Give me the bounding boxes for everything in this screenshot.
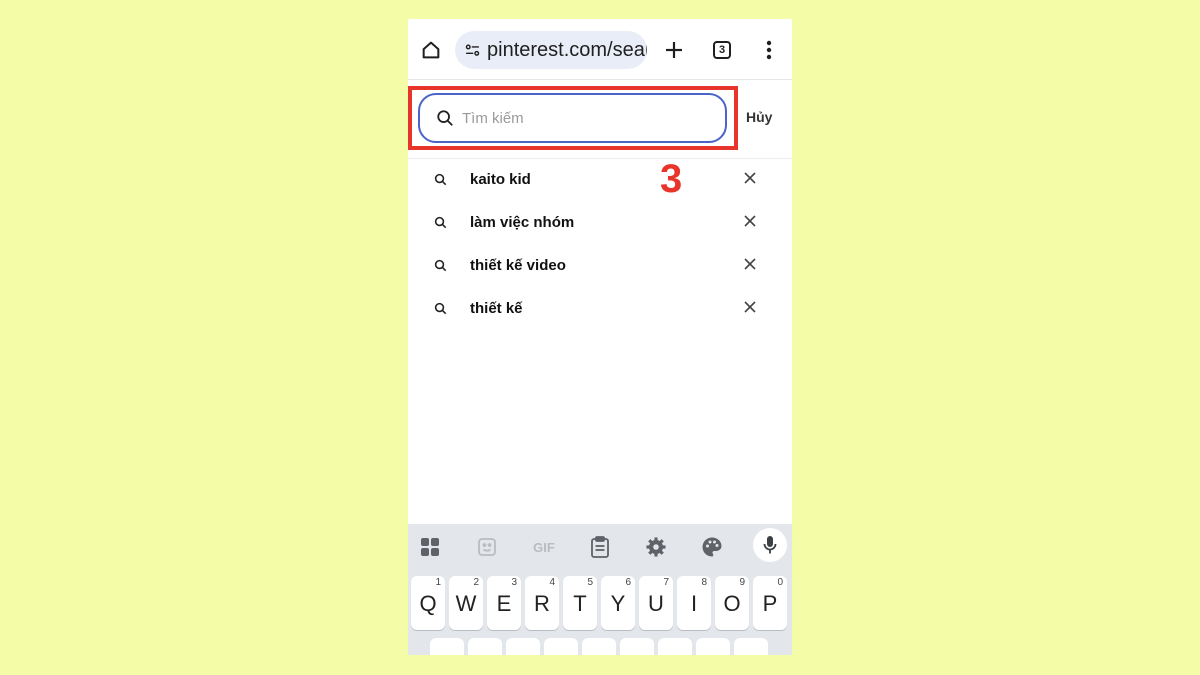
- key-w[interactable]: 2W: [449, 576, 483, 630]
- key-number-hint: 2: [473, 577, 479, 588]
- key-letter: Y: [610, 591, 626, 616]
- key-letter: U: [648, 591, 664, 616]
- plus-icon: [666, 42, 682, 58]
- search-icon: [434, 216, 448, 230]
- key-letter: O: [723, 591, 741, 616]
- key-q[interactable]: 1Q: [411, 576, 445, 630]
- key-partial[interactable]: [468, 638, 502, 655]
- tab-switcher-button[interactable]: 3: [710, 38, 734, 62]
- search-icon: [434, 173, 448, 187]
- key-number-hint: 9: [739, 577, 745, 588]
- home-icon: [422, 41, 440, 59]
- on-screen-keyboard: GIF 1Q 2W 3E 4R 5T 6Y 7U 8I 9O 0P: [408, 524, 792, 655]
- key-partial[interactable]: [620, 638, 654, 655]
- cancel-button[interactable]: Hủy: [746, 109, 772, 125]
- key-number-hint: 5: [587, 577, 593, 588]
- list-item[interactable]: kaito kid: [408, 158, 792, 201]
- key-letter: W: [455, 591, 477, 616]
- key-letter: R: [534, 591, 550, 616]
- gif-button[interactable]: GIF: [529, 535, 559, 559]
- recent-searches-list: kaito kid làm việc nhóm thiết kế video t…: [408, 158, 792, 330]
- key-letter: E: [496, 591, 512, 616]
- close-icon[interactable]: [744, 301, 758, 315]
- keyboard-row-1: 1Q 2W 3E 4R 5T 6Y 7U 8I 9O 0P: [411, 576, 791, 630]
- suggestion-label: thiết kế: [470, 300, 523, 317]
- clipboard-icon[interactable]: [588, 535, 612, 559]
- browser-toolbar: pinterest.com/search 3: [408, 19, 792, 80]
- address-bar[interactable]: pinterest.com/search: [455, 31, 647, 69]
- key-partial[interactable]: [544, 638, 578, 655]
- url-text: pinterest.com/search: [487, 38, 647, 61]
- palette-icon[interactable]: [700, 535, 724, 559]
- key-number-hint: 6: [625, 577, 631, 588]
- more-vert-icon: [766, 40, 772, 60]
- mic-button[interactable]: [753, 528, 787, 562]
- close-icon[interactable]: [744, 258, 758, 272]
- key-letter: T: [573, 591, 587, 616]
- suggestion-label: thiết kế video: [470, 257, 566, 274]
- key-o[interactable]: 9O: [715, 576, 749, 630]
- key-partial[interactable]: [658, 638, 692, 655]
- suggestion-label: làm việc nhóm: [470, 214, 575, 231]
- key-partial[interactable]: [734, 638, 768, 655]
- key-letter: I: [690, 591, 698, 616]
- sticker-icon[interactable]: [475, 535, 499, 559]
- settings-icon[interactable]: [644, 535, 668, 559]
- new-tab-button[interactable]: [661, 37, 687, 63]
- highlight-annotation: [408, 86, 738, 150]
- key-p[interactable]: 0P: [753, 576, 787, 630]
- key-number-hint: 1: [435, 577, 441, 588]
- apps-icon[interactable]: [418, 535, 442, 559]
- key-i[interactable]: 8I: [677, 576, 711, 630]
- suggestion-label: kaito kid: [470, 171, 531, 188]
- list-item[interactable]: làm việc nhóm: [408, 201, 792, 244]
- key-letter: P: [762, 591, 778, 616]
- key-y[interactable]: 6Y: [601, 576, 635, 630]
- list-item[interactable]: thiết kế video: [408, 244, 792, 287]
- search-icon: [434, 259, 448, 273]
- key-letter: Q: [419, 591, 437, 616]
- key-u[interactable]: 7U: [639, 576, 673, 630]
- key-number-hint: 3: [511, 577, 517, 588]
- key-r[interactable]: 4R: [525, 576, 559, 630]
- keyboard-row-2: [430, 638, 770, 655]
- phone-screen: pinterest.com/search 3 Hủy 3 kaito kid: [408, 19, 792, 655]
- key-partial[interactable]: [506, 638, 540, 655]
- browser-menu-button[interactable]: [758, 37, 780, 63]
- key-partial[interactable]: [430, 638, 464, 655]
- site-settings-icon[interactable]: [464, 41, 481, 59]
- key-number-hint: 7: [663, 577, 669, 588]
- search-row: Hủy: [408, 80, 792, 159]
- mic-icon: [763, 536, 777, 554]
- home-button[interactable]: [418, 37, 444, 63]
- key-partial[interactable]: [582, 638, 616, 655]
- list-item[interactable]: thiết kế: [408, 287, 792, 330]
- key-e[interactable]: 3E: [487, 576, 521, 630]
- keyboard-toolbar: GIF: [408, 524, 792, 570]
- key-number-hint: 8: [701, 577, 707, 588]
- key-partial[interactable]: [696, 638, 730, 655]
- key-number-hint: 0: [777, 577, 783, 588]
- close-icon[interactable]: [744, 172, 758, 186]
- tab-count: 3: [713, 41, 731, 59]
- search-icon: [434, 302, 448, 316]
- close-icon[interactable]: [744, 215, 758, 229]
- key-number-hint: 4: [549, 577, 555, 588]
- key-t[interactable]: 5T: [563, 576, 597, 630]
